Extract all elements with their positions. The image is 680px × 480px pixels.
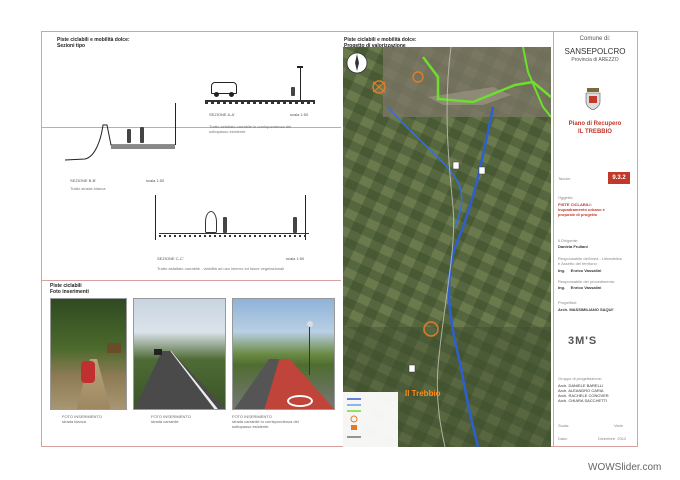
progettisti-name: Arch. MASSIMILIANO SAQUI': [558, 307, 614, 312]
section-cc-scale: scala 1:50: [286, 256, 305, 261]
wooden-sign: [107, 343, 121, 353]
ground-hatch: [205, 102, 315, 104]
vertical-reference-line: [155, 195, 156, 240]
oggetto-text: PISTE CICLABILI: inquadramento urbano e …: [558, 202, 605, 217]
section-aa-drawing: [205, 60, 315, 120]
responsabile-label: Responsabile dell'area - Urbanistica e A…: [558, 256, 622, 266]
lamp-head-icon: [297, 66, 303, 68]
city-name: SANSEPOLCRO: [564, 47, 626, 56]
lamp-head-icon: [307, 321, 313, 327]
wheel-icon: [229, 92, 234, 97]
section-divider-2: [41, 280, 341, 281]
coat-of-arms-emblem: [583, 88, 603, 111]
tavola-label: Tavola:: [558, 176, 571, 181]
section-bb-label: SEZIONE B-B': [70, 178, 97, 183]
province-name: Provincia di AREZZO: [571, 57, 619, 63]
photo1-caption: FOTO INSERIMENTO strada bianca: [62, 414, 102, 424]
resp-procedimento-name: Ing. Enrico Vassalini: [558, 285, 602, 290]
cyclist-figure: [81, 361, 95, 383]
car-figure: [154, 349, 162, 355]
section-cc-drawing: [155, 195, 310, 250]
photo3-caption: FOTO INSERIMENTO strada carrabile in cor…: [232, 414, 299, 429]
responsabile-name: Ing. Enrico Vassalini: [558, 268, 602, 273]
place-label: Il Trebbio: [405, 389, 441, 398]
section-aa-note: Tratto asfaltato carrabile in corrispond…: [209, 124, 292, 134]
cyclist-icon: [291, 87, 295, 96]
photo2-caption: FOTO INSERIMENTO strada carrabile: [151, 414, 191, 424]
sections-heading: Piste ciclabili e mobilità dolce: Sezion…: [57, 37, 130, 49]
photo-cycle-lane: [232, 298, 335, 410]
lamp-post-icon: [300, 68, 301, 100]
lamp-post-icon: [309, 325, 310, 375]
asphalt-road: [134, 351, 225, 409]
terrain-profile: [64, 124, 175, 161]
scala-label: Scala:: [558, 423, 570, 428]
section-cc-label: SEZIONE C-C': [157, 256, 184, 261]
section-cc-note: Tratto asfaltato carrabile - viabilità a…: [157, 266, 285, 271]
cyclist-icon: [293, 217, 297, 233]
comune-label: Comune di:: [579, 36, 611, 42]
progettisti-label: Progettisti:: [558, 300, 577, 305]
aerial-map: Il Trebbio: [343, 47, 551, 447]
gruppo-member: Arch. CHIARA SACCHETTI: [558, 398, 608, 403]
lamp-post-icon: [175, 103, 176, 145]
section-bb-scale: scala 1:50: [146, 178, 165, 183]
bicycle-symbol-icon: [287, 395, 313, 407]
data-value: Dicembre 2012: [598, 436, 627, 441]
gruppo-list: Arch. DANIELE BARELLI Arch. ALEANDRO CAR…: [558, 383, 609, 403]
resp-procedimento-label: Responsabile del procedimento:: [558, 279, 616, 284]
pedestrian-icon: [127, 129, 131, 143]
watermark-text: WOWSlider.com: [588, 462, 662, 473]
photo-dirt-road: [50, 298, 127, 410]
wheel-icon: [214, 92, 219, 97]
section-bb-note: Tratto strada bianca: [70, 186, 106, 191]
section-bb-drawing: [64, 95, 185, 175]
photos-heading: Piste ciclabili Foto inserimenti: [50, 283, 89, 295]
tree-icon: [205, 211, 217, 233]
tavola-number-badge: 9.3.2: [608, 172, 630, 184]
ground-line: [159, 233, 309, 234]
map-overlay: [343, 47, 551, 447]
oggetto-label: Oggetto:: [558, 195, 574, 200]
pedestrian-icon: [223, 217, 227, 233]
plan-title: Piano di Recupero IL TREBBIO: [568, 121, 622, 135]
dirigente-name: Daniela Frullani: [558, 244, 588, 249]
section-aa-scale: scala 1:50: [290, 112, 309, 117]
scala-value: Varie: [614, 423, 624, 428]
title-block-header: Comune di: SANSEPOLCRO Provincia di AREZ…: [556, 35, 634, 63]
photo-paved-road: [133, 298, 226, 410]
ground-hatch: [159, 235, 309, 237]
data-label: Data:: [558, 436, 568, 441]
section-aa-label: SEZIONE A-A': [209, 112, 235, 117]
studio-logo: 3M'S: [568, 335, 598, 347]
dirigente-label: Il Dirigente:: [558, 238, 579, 243]
gruppo-label: Gruppo di progettazione:: [558, 376, 603, 381]
title-block-divider: [553, 31, 554, 447]
pedestrian-icon: [140, 127, 144, 143]
